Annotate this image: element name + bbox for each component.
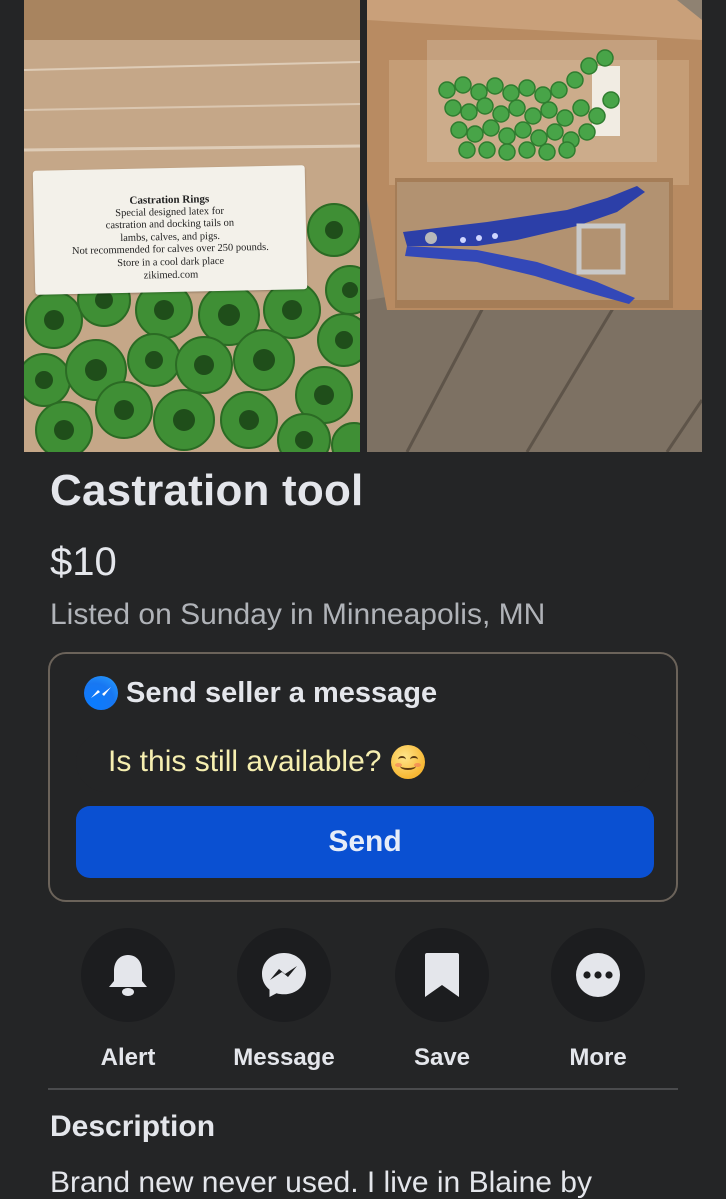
alert-button[interactable] xyxy=(81,928,175,1022)
more-action[interactable]: More xyxy=(528,928,668,1072)
message-label: Message xyxy=(233,1044,335,1071)
send-message-card: Send seller a message Is this still avai… xyxy=(48,652,678,902)
more-button[interactable] xyxy=(551,928,645,1022)
save-action[interactable]: Save xyxy=(372,928,512,1072)
bell-icon xyxy=(109,955,147,996)
save-label: Save xyxy=(413,1044,471,1071)
description-body: Brand new never used. I live in Blaine b… xyxy=(50,1166,592,1199)
message-input[interactable]: Is this still available? xyxy=(76,732,650,792)
send-button[interactable]: Send xyxy=(76,806,654,878)
message-button[interactable] xyxy=(237,928,331,1022)
photo-castration-rings-bag[interactable]: Castration Rings Special designed latex … xyxy=(24,0,360,452)
messenger-icon xyxy=(84,676,118,710)
photo-gallery[interactable]: Castration Rings Special designed latex … xyxy=(0,0,726,452)
alert-action[interactable]: Alert xyxy=(58,928,198,1072)
more-icon xyxy=(576,953,620,997)
listing-price: $10 xyxy=(50,540,117,584)
smiling-face-emoji-icon xyxy=(391,745,426,779)
more-label: More xyxy=(569,1044,627,1071)
product-label-sticker: Castration Rings Special designed latex … xyxy=(32,165,308,295)
alert-label: Alert xyxy=(100,1044,156,1071)
save-button[interactable] xyxy=(395,928,489,1022)
photo-tool-in-box[interactable] xyxy=(367,0,702,452)
send-message-title: Send seller a message xyxy=(126,676,438,709)
marketplace-listing-page: Castration Rings Special designed latex … xyxy=(0,0,726,1199)
message-input-value: Is this still available? xyxy=(108,745,382,778)
bookmark-icon xyxy=(425,953,459,997)
listing-actions-row: Alert Message Save More xyxy=(0,928,726,1071)
messenger-icon xyxy=(262,953,306,997)
section-divider xyxy=(48,1088,678,1090)
message-action[interactable]: Message xyxy=(214,928,354,1072)
description-heading: Description xyxy=(50,1110,216,1143)
send-message-header: Send seller a message xyxy=(84,676,437,710)
tool-box-illustration xyxy=(367,0,702,452)
listing-date-location: Listed on Sunday in Minneapolis, MN xyxy=(50,598,546,631)
listing-title: Castration tool xyxy=(50,466,364,515)
